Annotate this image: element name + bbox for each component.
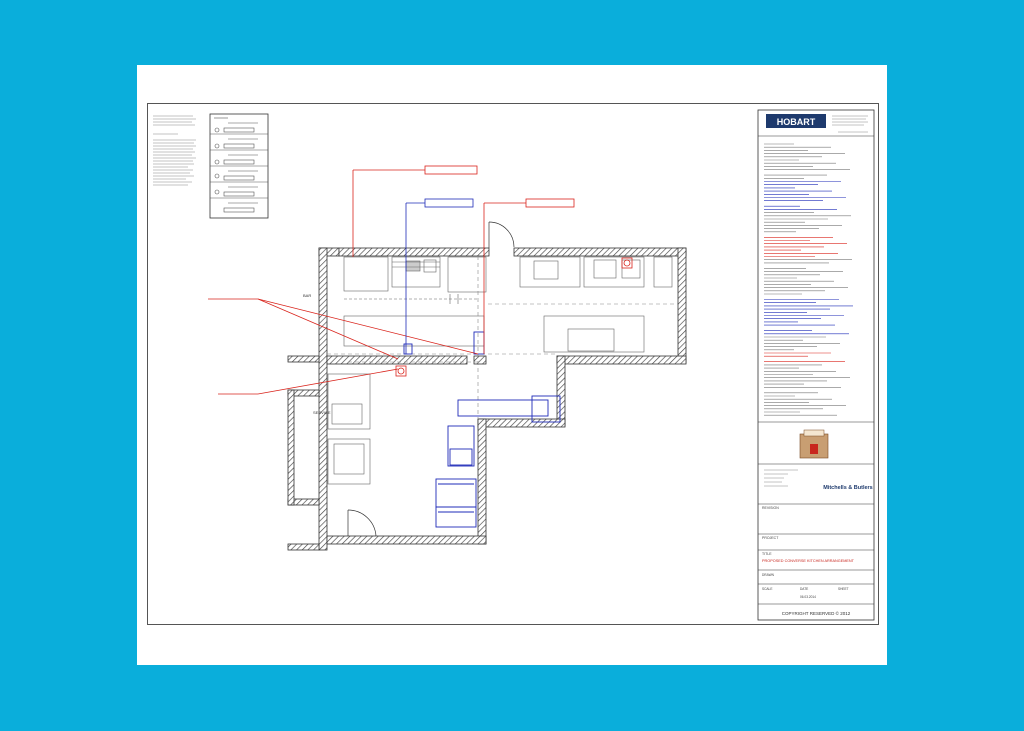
label-bar: BAR — [303, 293, 311, 298]
drawing-sheet: BAR SERVICE HOBART Mitchells & Butlers R… — [147, 103, 879, 625]
title-block: HOBART Mitchells & Butlers REVISION PROJ… — [757, 109, 875, 621]
revision-label: REVISION — [762, 506, 779, 510]
legend-key-box — [209, 113, 269, 219]
walls — [287, 247, 687, 551]
project-label: PROJECT — [762, 536, 779, 540]
copyright: COPYRIGHT RESERVED © 2012 — [782, 610, 851, 616]
date-label: DATE — [800, 587, 808, 591]
legend-notes — [153, 115, 196, 186]
drawing-title: PROPOSED CONVERSE KITCHEN ARRANGEMENT — [762, 559, 855, 563]
scale-label: SCALE — [762, 587, 772, 591]
blue-annotation — [405, 198, 474, 354]
door-swings — [347, 221, 515, 537]
drawn-label: DRAWN — [762, 573, 775, 577]
service-runs — [327, 256, 678, 419]
client-name: Mitchells & Butlers — [823, 485, 873, 491]
sheet-label: SHEET — [838, 587, 849, 591]
title-label: TITLE — [762, 552, 772, 556]
hobart-brand: HOBART — [777, 117, 816, 127]
drawing-date: 06.03.2014 — [800, 595, 816, 599]
pub-sign-icon — [799, 429, 829, 459]
kitchen-equipment — [327, 256, 673, 485]
label-service: SERVICE — [313, 410, 331, 415]
notes-list — [764, 143, 853, 416]
kitchen-floor-plan: BAR SERVICE HOBART Mitchells & Butlers R… — [153, 109, 875, 621]
